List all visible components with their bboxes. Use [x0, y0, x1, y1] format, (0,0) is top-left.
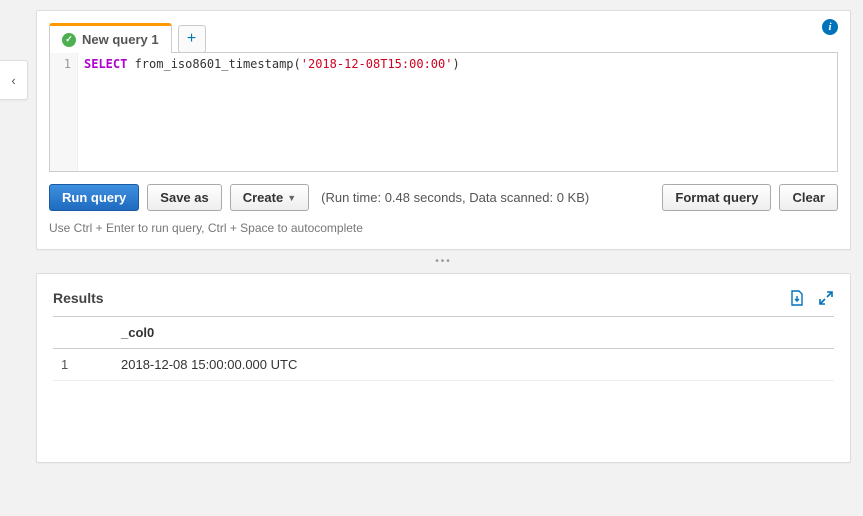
run-query-button[interactable]: Run query — [49, 184, 139, 211]
editor-hint: Use Ctrl + Enter to run query, Ctrl + Sp… — [37, 221, 850, 249]
line-number: 1 — [64, 57, 71, 71]
format-query-button[interactable]: Format query — [662, 184, 771, 211]
query-panel: i ✓ New query 1 + 1 SELECT from_iso8601_… — [36, 10, 851, 250]
resize-handle[interactable]: ••• — [36, 256, 851, 267]
expand-icon[interactable] — [818, 290, 834, 306]
query-toolbar: Run query Save as Create ▼ (Run time: 0.… — [37, 184, 850, 221]
create-label: Create — [243, 190, 283, 205]
results-panel: Results _col0 1 2018-12-08 15:00:00.000 … — [36, 273, 851, 463]
save-as-button[interactable]: Save as — [147, 184, 221, 211]
create-button[interactable]: Create ▼ — [230, 184, 309, 211]
plus-icon: + — [187, 30, 196, 48]
drag-handle-icon: ••• — [435, 256, 452, 267]
sql-keyword: SELECT — [84, 57, 127, 71]
col0-header: _col0 — [113, 317, 834, 349]
col-index-header — [53, 317, 113, 349]
table-row: 1 2018-12-08 15:00:00.000 UTC — [53, 349, 834, 381]
editor-content[interactable]: SELECT from_iso8601_timestamp('2018-12-0… — [78, 53, 837, 171]
sql-string: '2018-12-08T15:00:00' — [301, 57, 453, 71]
chevron-down-icon: ▼ — [287, 193, 296, 203]
editor-gutter: 1 — [50, 53, 78, 171]
add-tab-button[interactable]: + — [178, 25, 206, 53]
row-index: 1 — [53, 349, 113, 381]
status-success-icon: ✓ — [62, 33, 76, 47]
info-icon[interactable]: i — [822, 19, 838, 35]
tab-label: New query 1 — [82, 32, 159, 47]
sidebar-collapse-button[interactable]: ‹ — [0, 60, 28, 100]
tab-query-1[interactable]: ✓ New query 1 — [49, 23, 172, 53]
sql-editor[interactable]: 1 SELECT from_iso8601_timestamp('2018-12… — [49, 52, 838, 172]
download-icon[interactable] — [790, 290, 804, 306]
results-table: _col0 1 2018-12-08 15:00:00.000 UTC — [53, 317, 834, 381]
sql-func: from_iso8601_timestamp( — [127, 57, 300, 71]
sql-end: ) — [452, 57, 459, 71]
row-col0: 2018-12-08 15:00:00.000 UTC — [113, 349, 834, 381]
results-title: Results — [53, 290, 776, 306]
table-header-row: _col0 — [53, 317, 834, 349]
chevron-left-icon: ‹ — [11, 73, 15, 88]
tab-bar: ✓ New query 1 + — [37, 11, 850, 53]
clear-button[interactable]: Clear — [779, 184, 838, 211]
query-stats: (Run time: 0.48 seconds, Data scanned: 0… — [321, 190, 589, 205]
